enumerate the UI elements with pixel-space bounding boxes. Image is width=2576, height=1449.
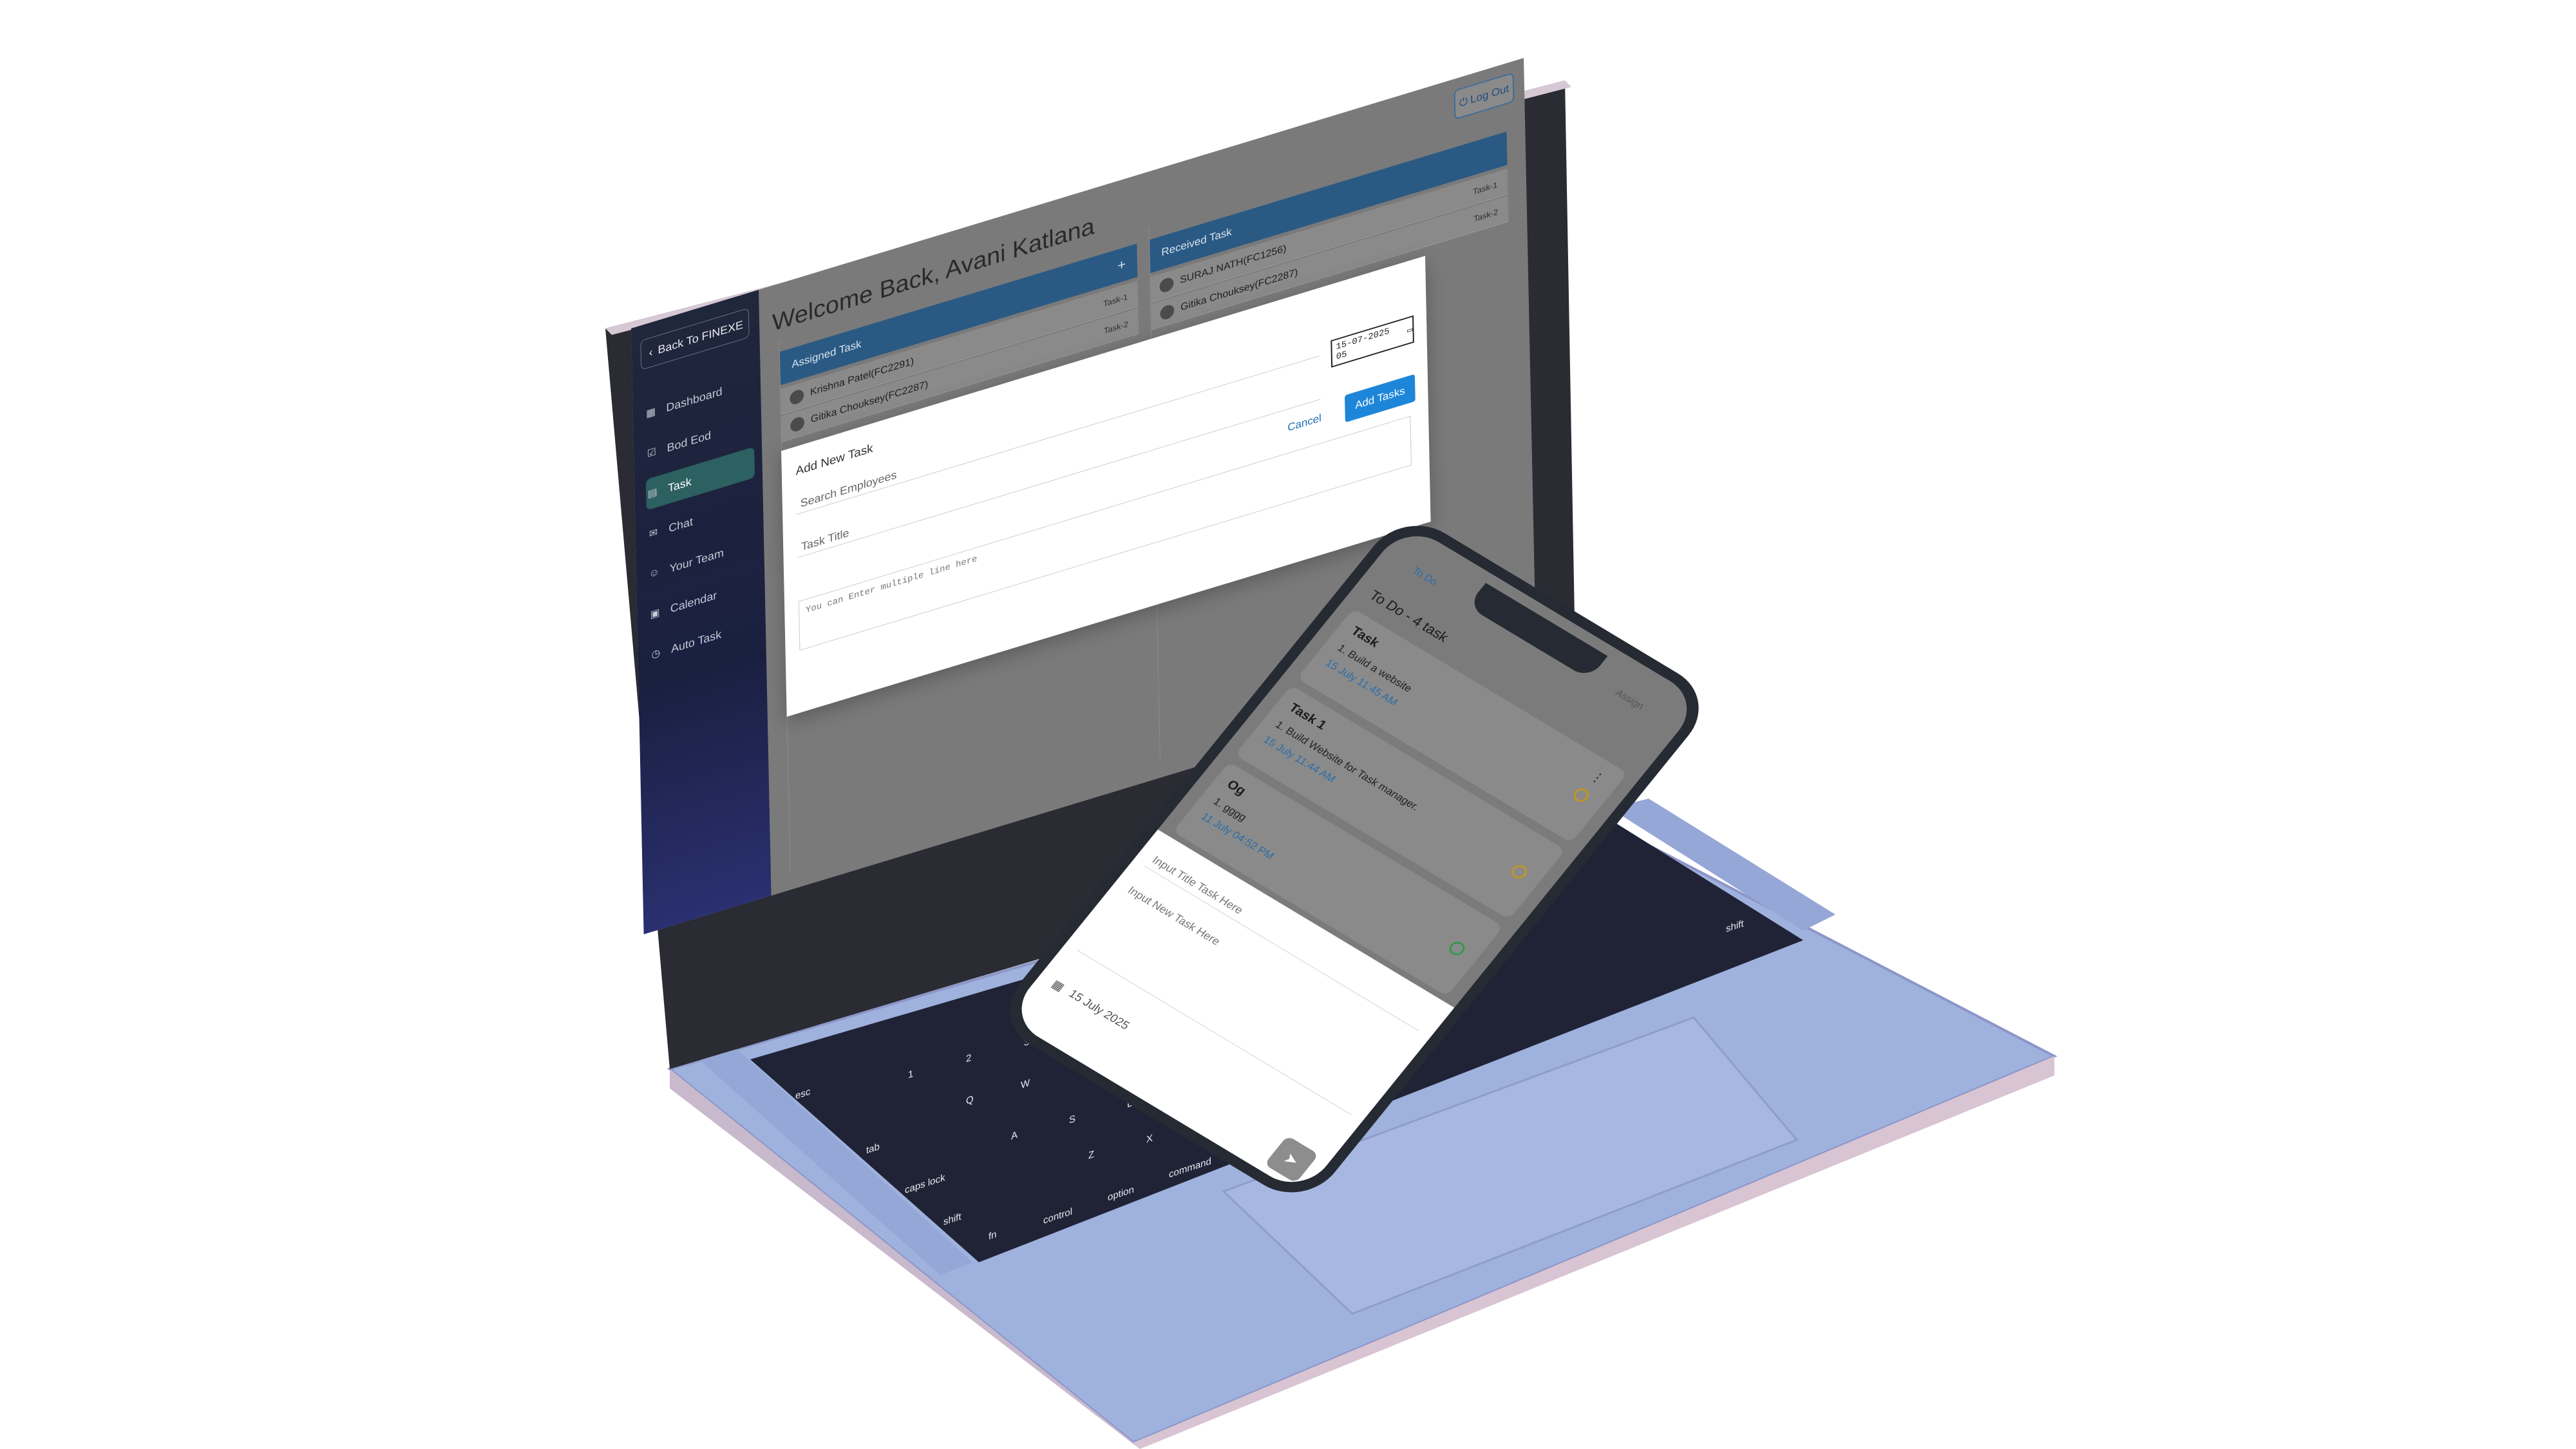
done-status-icon[interactable] [1446,939,1468,958]
chevron-left-icon: ‹ [649,345,653,359]
task-card-title: Og [1224,777,1249,798]
received-task-title: Received Task [1161,225,1232,259]
calendar-icon[interactable]: ▭ [1407,324,1413,336]
back-button-label: Back To FINEXE [658,317,744,356]
sidebar-item-label: Task [667,475,692,495]
more-vertical-icon[interactable]: ⋮ [1587,768,1608,787]
sidebar-item-label: Chat [668,515,694,535]
due-date-value: 15-07-2025 05 [1336,326,1390,363]
avatar [790,415,805,433]
calendar-icon: ▣ [650,607,660,621]
sidebar-item-label: Auto Task [670,627,722,656]
clock-icon: ◷ [651,647,661,661]
sidebar-item-label: Your Team [669,545,724,575]
cancel-button[interactable]: Cancel [1287,412,1321,434]
task-count: Task-2 [1473,207,1499,224]
logout-label: Log Out [1470,82,1510,106]
calendar-icon: ▦ [1048,978,1067,994]
sidebar-item-label: Dashboard [666,384,723,414]
tab-assign[interactable]: Assign [1613,687,1646,712]
tab-to-do[interactable]: To Do [1410,565,1439,587]
assigned-task-title: Assigned Task [791,337,862,371]
chat-icon: ✉ [649,527,658,540]
key-1[interactable]: 1 [908,1068,913,1081]
logout-button[interactable]: ⏻ Log Out [1454,72,1515,120]
back-button[interactable]: ‹ Back To FINEXE [640,307,750,370]
task-count: Task-1 [1473,180,1498,197]
document-icon: ▤ [647,486,658,500]
task-card-title: Task [1348,623,1383,650]
task-count: Task-2 [1103,319,1129,336]
sidebar: ‹ Back To FINEXE ▦ Dashboard ☑ Bod Eod ▤… [631,290,772,934]
avatar [1160,303,1175,321]
power-icon: ⏻ [1459,95,1468,109]
calendar-check-icon: ☑ [647,446,657,460]
grid-icon: ▦ [645,406,656,420]
team-icon: ☺ [649,566,660,580]
due-date-input[interactable]: 15-07-2025 05 ▭ [1331,315,1414,368]
add-assigned-task-button[interactable]: + [1117,256,1126,274]
pending-status-icon[interactable] [1508,862,1530,882]
avatar [1159,276,1174,294]
sidebar-item-label: Bod Eod [667,428,712,455]
sidebar-item-label: Calendar [670,588,717,615]
date-picker[interactable]: ▦ 15 July 2025 [1048,977,1132,1033]
add-tasks-button[interactable]: Add Tasks [1345,374,1416,423]
pending-status-icon[interactable] [1570,786,1592,804]
send-icon[interactable]: ➤ [1264,1135,1320,1184]
modal-title: Add New Task [795,442,873,478]
selected-date: 15 July 2025 [1066,987,1132,1032]
avatar [790,388,804,406]
task-count: Task-1 [1103,292,1128,309]
